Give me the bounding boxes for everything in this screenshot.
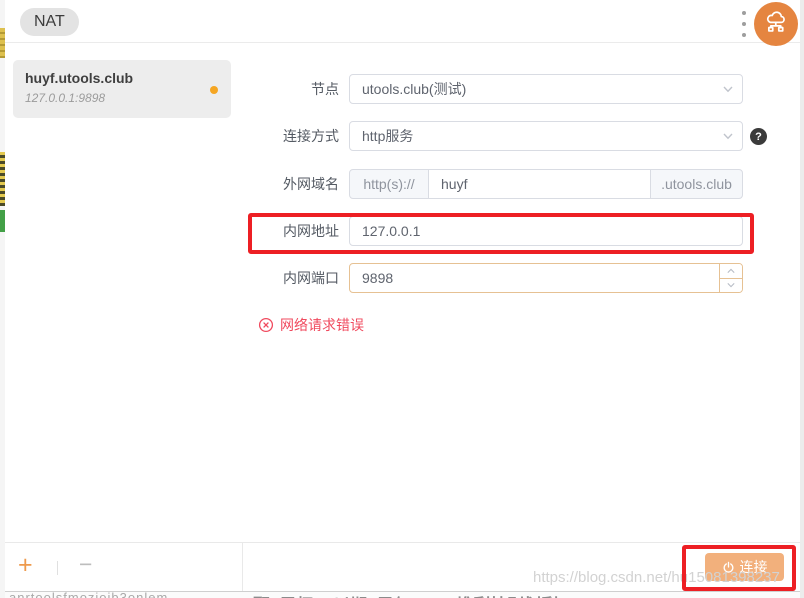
background-text-right: 配4思杈4L以期4思何UW/D堆剩枝别划剩4NLD bbox=[253, 591, 602, 598]
chevron-down-icon bbox=[727, 283, 735, 288]
topbar: NAT bbox=[5, 0, 800, 43]
nat-window: NAT huyf.utools.club 127.0.0.1:9898 节点 u… bbox=[5, 0, 800, 592]
method-select[interactable] bbox=[349, 121, 743, 151]
chevron-up-icon bbox=[727, 268, 735, 273]
dot bbox=[742, 11, 746, 15]
footer-separator bbox=[57, 561, 58, 575]
node-select-input[interactable] bbox=[349, 74, 743, 104]
sidebar: huyf.utools.club 127.0.0.1:9898 bbox=[5, 43, 243, 591]
form-row-port: 内网端口 bbox=[242, 263, 743, 293]
domain-label: 外网域名 bbox=[283, 176, 339, 192]
node-select[interactable] bbox=[349, 74, 743, 104]
method-label: 连接方式 bbox=[283, 128, 339, 144]
domain-input[interactable] bbox=[428, 169, 651, 199]
error-message: 网络请求错误 bbox=[258, 315, 364, 335]
domain-suffix: .utools.club bbox=[650, 169, 743, 199]
screen: anrtoolsfmozjoib3onlem 配4思杈4L以期4思何UW/D堆剩… bbox=[0, 0, 804, 598]
tunnel-list-item[interactable]: huyf.utools.club 127.0.0.1:9898 bbox=[13, 60, 231, 118]
status-dot bbox=[210, 86, 218, 94]
help-icon[interactable]: ? bbox=[750, 128, 767, 145]
nat-tag: NAT bbox=[20, 8, 79, 36]
more-menu-icon[interactable] bbox=[740, 11, 748, 37]
port-spinner bbox=[719, 264, 742, 292]
desktop-edge-right bbox=[800, 0, 804, 598]
tunnel-subtitle: 127.0.0.1:9898 bbox=[25, 91, 106, 105]
add-tunnel-button[interactable]: + bbox=[18, 553, 33, 578]
spin-up-button[interactable] bbox=[720, 264, 742, 278]
port-input[interactable] bbox=[349, 263, 743, 293]
dot bbox=[742, 33, 746, 37]
cloud-network-icon bbox=[766, 11, 785, 32]
plugin-icon-button[interactable] bbox=[754, 2, 798, 46]
remove-tunnel-button[interactable]: − bbox=[79, 553, 92, 576]
address-label: 内网地址 bbox=[283, 223, 339, 239]
tunnel-title: huyf.utools.club bbox=[25, 70, 134, 86]
form-row-method: 连接方式 bbox=[242, 121, 743, 151]
form-row-node: 节点 bbox=[242, 74, 743, 104]
footer-divider bbox=[5, 542, 800, 543]
error-icon bbox=[258, 317, 274, 333]
node-label: 节点 bbox=[311, 81, 339, 97]
method-select-input[interactable] bbox=[349, 121, 743, 151]
address-input[interactable] bbox=[349, 216, 743, 246]
form-row-domain: 外网域名 http(s):// .utools.club bbox=[242, 169, 743, 199]
watermark: https://blog.csdn.net/hu15081398237 bbox=[533, 569, 780, 586]
error-text: 网络请求错误 bbox=[280, 317, 364, 333]
dot bbox=[742, 22, 746, 26]
domain-input-group: http(s):// .utools.club bbox=[349, 169, 743, 199]
port-label: 内网端口 bbox=[283, 270, 339, 286]
spin-down-button[interactable] bbox=[720, 277, 742, 292]
form-panel: 节点 连接方式 ? 外网域名 http(s):// .u bbox=[242, 43, 800, 542]
form-row-address: 内网地址 bbox=[242, 216, 743, 246]
domain-prefix: http(s):// bbox=[349, 169, 429, 199]
